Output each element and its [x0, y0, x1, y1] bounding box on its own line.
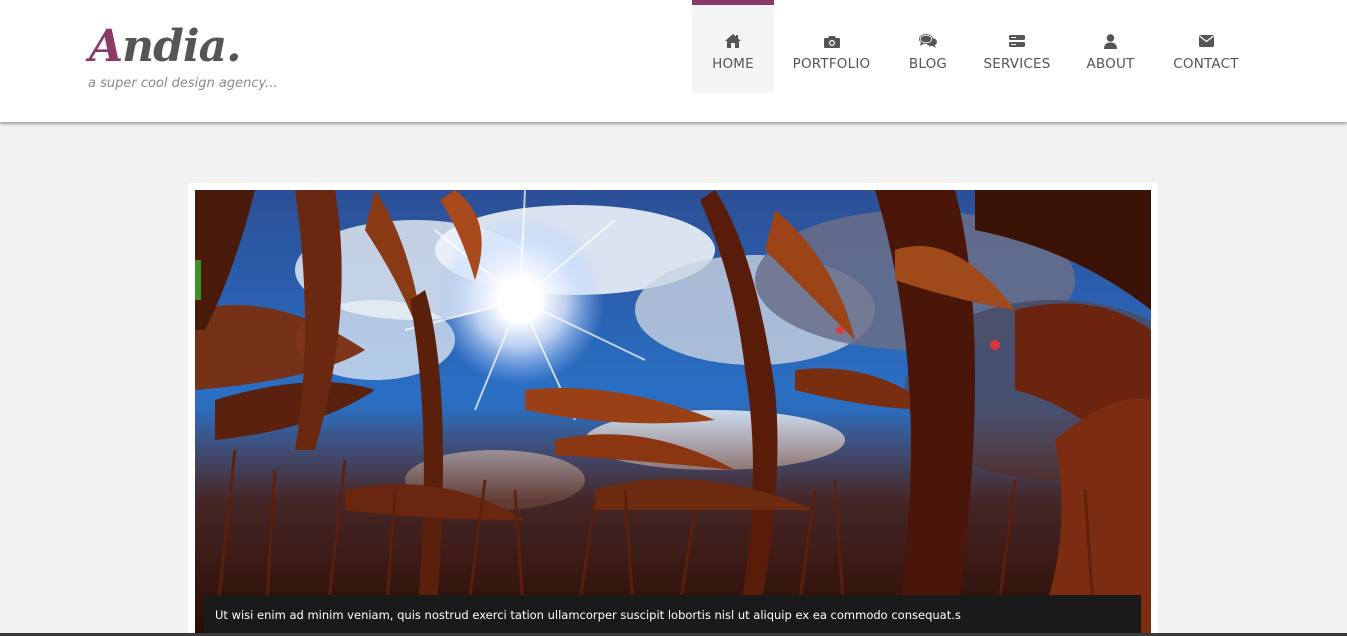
user-icon [1104, 33, 1117, 49]
envelope-icon [1198, 33, 1214, 49]
nav-item-contact[interactable]: CONTACT [1154, 0, 1258, 93]
nav-label-contact: CONTACT [1173, 56, 1239, 72]
nav-label-portfolio: PORTFOLIO [792, 56, 871, 72]
main-nav: HOME PORTFOLIO BLOG SERVICES ABOUT CONTA… [692, 0, 1258, 93]
site-logo[interactable]: Andia. [89, 21, 241, 72]
hero-slide[interactable]: Ut wisi enim ad minim veniam, quis nostr… [195, 190, 1151, 636]
nav-label-services: SERVICES [983, 56, 1051, 72]
nav-item-home[interactable]: HOME [692, 0, 774, 93]
camera-icon [823, 33, 840, 49]
logo-first-letter: A [89, 21, 123, 72]
home-icon [725, 33, 741, 49]
site-tagline: a super cool design agency... [88, 76, 278, 91]
server-icon [1009, 33, 1025, 49]
nav-item-portfolio[interactable]: PORTFOLIO [774, 0, 889, 93]
site-header: Andia. a super cool design agency... HOM… [0, 0, 1347, 122]
corn-field-sun-icon [195, 190, 1151, 636]
nav-label-blog: BLOG [908, 56, 948, 72]
comments-icon [919, 33, 937, 49]
hero-slider: Ut wisi enim ad minim veniam, quis nostr… [188, 183, 1158, 636]
nav-item-about[interactable]: ABOUT [1067, 0, 1154, 93]
nav-label-about: ABOUT [1086, 56, 1135, 72]
nav-label-home: HOME [712, 56, 754, 72]
page: Andia. a super cool design agency... HOM… [0, 0, 1347, 636]
logo-text: ndia. [122, 21, 241, 72]
slide-caption: Ut wisi enim ad minim veniam, quis nostr… [204, 595, 1141, 636]
nav-item-blog[interactable]: BLOG [889, 0, 967, 93]
nav-item-services[interactable]: SERVICES [967, 0, 1067, 93]
